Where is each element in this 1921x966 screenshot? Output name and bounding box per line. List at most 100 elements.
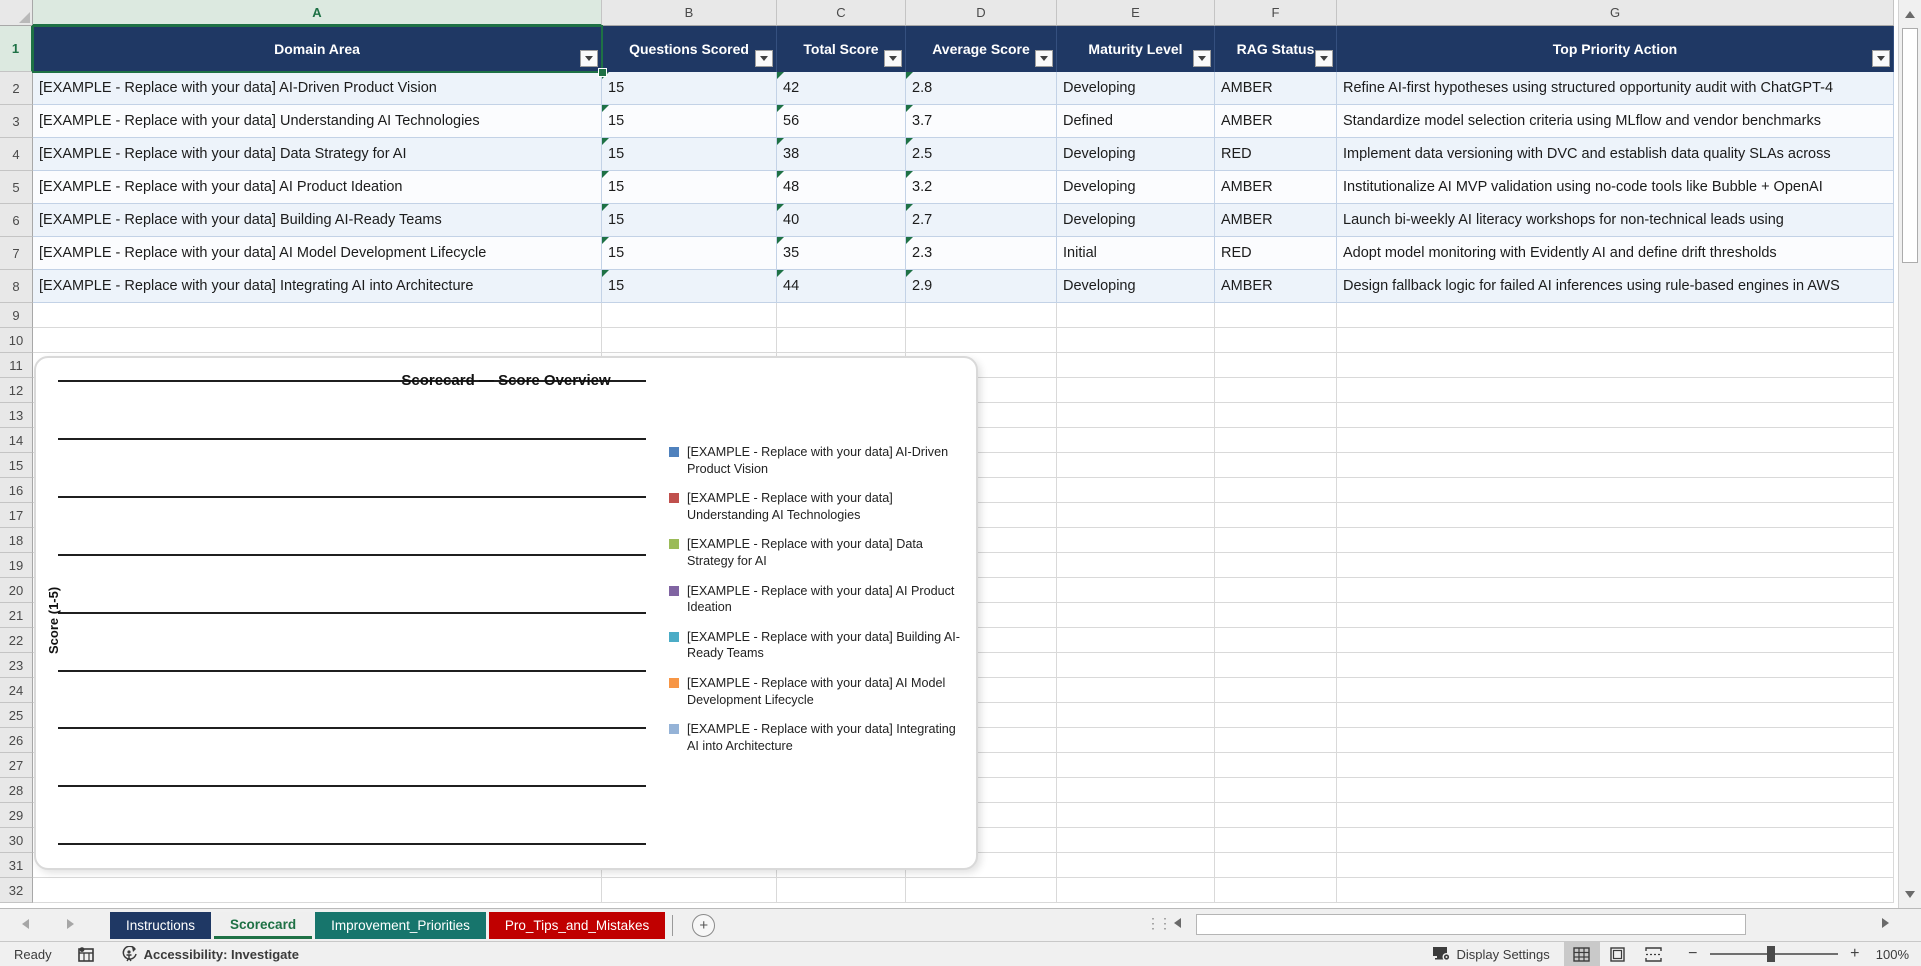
add-sheet-button[interactable]: + [692,914,716,937]
table-cell[interactable]: 2.8 [906,72,1057,105]
table-cell[interactable]: Defined [1057,105,1215,138]
page-layout-view-button[interactable] [1600,942,1636,966]
table-cell[interactable]: 48 [777,171,906,204]
sheet-nav-right-icon[interactable] [67,919,74,929]
filter-dropdown-button[interactable] [1193,50,1211,67]
table-cell[interactable]: 2.3 [906,237,1057,270]
fill-handle[interactable] [598,68,607,77]
table-cell[interactable]: RED [1215,138,1337,171]
table-header-cell[interactable]: RAG Status [1215,26,1337,72]
row-header-31[interactable]: 31 [0,853,33,878]
table-cell[interactable]: 2.9 [906,270,1057,303]
row-header-15[interactable]: 15 [0,453,33,478]
table-cell[interactable]: Launch bi-weekly AI literacy workshops f… [1337,204,1894,237]
table-header-cell[interactable]: Average Score [906,26,1057,72]
table-cell[interactable]: RED [1215,237,1337,270]
table-cell[interactable]: 3.2 [906,171,1057,204]
row-header-29[interactable]: 29 [0,803,33,828]
table-cell[interactable]: AMBER [1215,171,1337,204]
table-cell[interactable]: AMBER [1215,270,1337,303]
table-cell[interactable]: [EXAMPLE - Replace with your data] Build… [33,204,602,237]
sheet-tab-improvement_priorities[interactable]: Improvement_Priorities [315,912,486,939]
scroll-left-icon[interactable] [1174,918,1181,928]
column-header-B[interactable]: B [602,0,777,26]
table-cell[interactable]: Developing [1057,138,1215,171]
table-cell[interactable]: Refine AI-first hypotheses using structu… [1337,72,1894,105]
table-cell[interactable]: 15 [602,270,777,303]
table-cell[interactable]: Initial [1057,237,1215,270]
table-cell[interactable]: 3.7 [906,105,1057,138]
column-header-D[interactable]: D [906,0,1057,26]
row-header-32[interactable]: 32 [0,878,33,903]
row-header-18[interactable]: 18 [0,528,33,553]
row-header-5[interactable]: 5 [0,171,33,204]
table-cell[interactable]: Developing [1057,204,1215,237]
column-header-G[interactable]: G [1337,0,1894,26]
empty-grid-row[interactable] [33,303,1894,328]
scroll-up-icon[interactable] [1899,2,1921,26]
table-cell[interactable]: 15 [602,237,777,270]
row-header-28[interactable]: 28 [0,778,33,803]
table-cell[interactable]: [EXAMPLE - Replace with your data] Integ… [33,270,602,303]
table-cell[interactable]: [EXAMPLE - Replace with your data] AI-Dr… [33,72,602,105]
sheet-tab-scorecard[interactable]: Scorecard [214,912,313,939]
scroll-down-icon[interactable] [1899,882,1921,906]
row-header-19[interactable]: 19 [0,553,33,578]
sheet-tab-pro_tips_and_mistakes[interactable]: Pro_Tips_and_Mistakes [488,912,666,939]
table-cell[interactable]: 15 [602,138,777,171]
row-header-4[interactable]: 4 [0,138,33,171]
vertical-scrollbar[interactable] [1898,0,1921,908]
table-cell[interactable]: 2.5 [906,138,1057,171]
row-header-17[interactable]: 17 [0,503,33,528]
table-cell[interactable]: [EXAMPLE - Replace with your data] Data … [33,138,602,171]
filter-dropdown-button[interactable] [1035,50,1053,67]
table-cell[interactable]: AMBER [1215,204,1337,237]
row-header-21[interactable]: 21 [0,603,33,628]
table-header-cell[interactable]: Top Priority Action [1337,26,1894,72]
accessibility-status[interactable]: Accessibility: Investigate [121,946,299,962]
column-header-E[interactable]: E [1057,0,1215,26]
row-header-20[interactable]: 20 [0,578,33,603]
table-header-cell[interactable]: Questions Scored [602,26,777,72]
filter-dropdown-button[interactable] [755,50,773,67]
row-header-12[interactable]: 12 [0,378,33,403]
table-cell[interactable]: Adopt model monitoring with Evidently AI… [1337,237,1894,270]
filter-dropdown-button[interactable] [884,50,902,67]
row-header-25[interactable]: 25 [0,703,33,728]
row-header-7[interactable]: 7 [0,237,33,270]
page-break-preview-button[interactable] [1636,942,1672,966]
table-cell[interactable]: AMBER [1215,72,1337,105]
table-cell[interactable]: Standardize model selection criteria usi… [1337,105,1894,138]
zoom-slider[interactable] [1709,946,1838,962]
table-cell[interactable]: Developing [1057,270,1215,303]
row-header-3[interactable]: 3 [0,105,33,138]
column-header-A[interactable]: A [33,0,602,26]
sheet-nav-left-icon[interactable] [22,919,29,929]
table-cell[interactable]: Developing [1057,171,1215,204]
row-header-11[interactable]: 11 [0,353,33,378]
table-cell[interactable]: AMBER [1215,105,1337,138]
table-header-cell[interactable]: Total Score [777,26,906,72]
row-header-6[interactable]: 6 [0,204,33,237]
row-header-26[interactable]: 26 [0,728,33,753]
normal-view-button[interactable] [1563,942,1600,966]
sheet-tab-instructions[interactable]: Instructions [110,912,212,939]
display-settings-button[interactable]: Display Settings [1432,946,1550,962]
table-header-cell[interactable]: Maturity Level [1057,26,1215,72]
row-header-8[interactable]: 8 [0,270,33,303]
row-header-9[interactable]: 9 [0,303,33,328]
table-cell[interactable]: 56 [777,105,906,138]
table-cell[interactable]: 40 [777,204,906,237]
column-header-F[interactable]: F [1215,0,1337,26]
table-cell[interactable]: Developing [1057,72,1215,105]
row-header-14[interactable]: 14 [0,428,33,453]
table-cell[interactable]: Institutionalize AI MVP validation using… [1337,171,1894,204]
zoom-level[interactable]: 100% [1876,947,1909,962]
column-header-C[interactable]: C [777,0,906,26]
table-cell[interactable]: [EXAMPLE - Replace with your data] AI Mo… [33,237,602,270]
embedded-chart[interactable]: Scorecard — Score Overview Score (1-5) [… [34,356,978,870]
table-cell[interactable]: 44 [777,270,906,303]
scrollbar-splitter-icon[interactable]: ⋮⋮ [1146,915,1172,932]
table-cell[interactable]: Design fallback logic for failed AI infe… [1337,270,1894,303]
row-header-22[interactable]: 22 [0,628,33,653]
